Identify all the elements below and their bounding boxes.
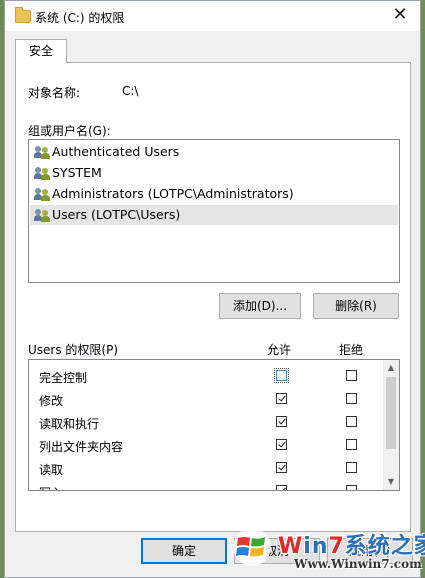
user-name: Administrators (LOTPC\Administrators) — [52, 186, 294, 201]
site-watermark: Win7系统之家 Www.Winwin7.com — [226, 526, 425, 578]
allow-checkbox[interactable] — [276, 393, 287, 404]
deny-checkbox[interactable] — [346, 370, 357, 381]
deny-checkbox[interactable] — [346, 485, 357, 490]
user-name: SYSTEM — [52, 165, 102, 180]
allow-checkbox[interactable] — [276, 462, 287, 473]
permission-name: 修改 — [39, 394, 64, 408]
allow-checkbox[interactable] — [274, 368, 289, 383]
user-item-administrators[interactable]: Administrators (LOTPC\Administrators) — [30, 184, 398, 204]
user-group-icon — [34, 146, 50, 159]
group-users-label: 组或用户名(G): — [28, 124, 111, 138]
user-group-icon — [34, 167, 50, 180]
user-group-icon — [34, 209, 50, 222]
permission-row-read-execute: 读取和执行 — [29, 411, 383, 434]
tab-security[interactable]: 安全 — [15, 39, 67, 63]
permissions-scrollbar[interactable]: ▲ ▼ — [383, 360, 399, 490]
checkmark-icon — [278, 393, 286, 402]
close-button[interactable]: ✕ — [380, 1, 420, 31]
permission-row-write: 写入 — [29, 480, 383, 490]
permission-name: 列出文件夹内容 — [39, 440, 124, 454]
watermark-url: Www.Winwin7.com — [294, 557, 422, 571]
allow-checkbox[interactable] — [276, 416, 287, 427]
checkmark-icon — [278, 439, 286, 448]
permission-name: 读取和执行 — [39, 417, 100, 431]
object-name-value: C:\ — [122, 84, 139, 98]
folder-icon — [15, 7, 31, 23]
ok-button[interactable]: 确定 — [141, 538, 227, 564]
object-name-label: 对象名称: — [28, 86, 81, 100]
allow-checkbox[interactable] — [276, 485, 287, 490]
permission-row-full-control: 完全控制 — [29, 365, 383, 388]
scroll-thumb[interactable] — [386, 377, 396, 449]
permission-name: 写入 — [39, 484, 63, 490]
checkmark-icon — [278, 416, 286, 425]
permission-name: 读取 — [39, 463, 64, 477]
add-button[interactable]: 添加(D)... — [219, 293, 301, 319]
title-bar: 系统 (C:) 的权限 ✕ — [5, 1, 420, 31]
checkmark-icon — [278, 485, 286, 490]
permission-row-modify: 修改 — [29, 388, 383, 411]
user-name: Authenticated Users — [52, 144, 180, 159]
user-item-users[interactable]: Users (LOTPC\Users) — [30, 205, 398, 225]
allow-checkbox[interactable] — [276, 439, 287, 450]
scroll-down-icon[interactable]: ▼ — [383, 474, 399, 490]
checkmark-icon — [278, 462, 286, 471]
permissions-dialog: 系统 (C:) 的权限 ✕ 安全 对象名称: C:\ 组或用户名(G): Aut… — [4, 0, 421, 578]
watermark-brand: Win7系统之家 — [278, 534, 425, 559]
allow-header: 允许 — [267, 343, 292, 357]
permission-row-read: 读取 — [29, 457, 383, 480]
user-group-icon — [34, 188, 50, 201]
deny-checkbox[interactable] — [346, 393, 357, 404]
user-name: Users (LOTPC\Users) — [52, 207, 181, 222]
user-item-authenticated-users[interactable]: Authenticated Users — [30, 142, 398, 162]
window-title: 系统 (C:) 的权限 — [35, 11, 125, 25]
users-listbox[interactable]: Authenticated Users SYSTEM Administrator… — [28, 139, 400, 283]
deny-header: 拒绝 — [339, 343, 364, 357]
deny-checkbox[interactable] — [346, 439, 357, 450]
permissions-list: 完全控制 修改 读取和执行 列出文件夹内容 读取 ▲ ▼ — [28, 359, 400, 491]
remove-button[interactable]: 删除(R) — [313, 293, 399, 319]
user-item-system[interactable]: SYSTEM — [30, 163, 398, 183]
permissions-label: Users 的权限(P) — [28, 343, 119, 357]
deny-checkbox[interactable] — [346, 416, 357, 427]
permission-name: 完全控制 — [39, 371, 88, 385]
permission-row-list-folder: 列出文件夹内容 — [29, 434, 383, 457]
deny-checkbox[interactable] — [346, 462, 357, 473]
security-panel: 对象名称: C:\ 组或用户名(G): Authenticated Users … — [15, 62, 411, 532]
scroll-up-icon[interactable]: ▲ — [383, 360, 399, 376]
windows-logo-icon — [233, 528, 271, 566]
